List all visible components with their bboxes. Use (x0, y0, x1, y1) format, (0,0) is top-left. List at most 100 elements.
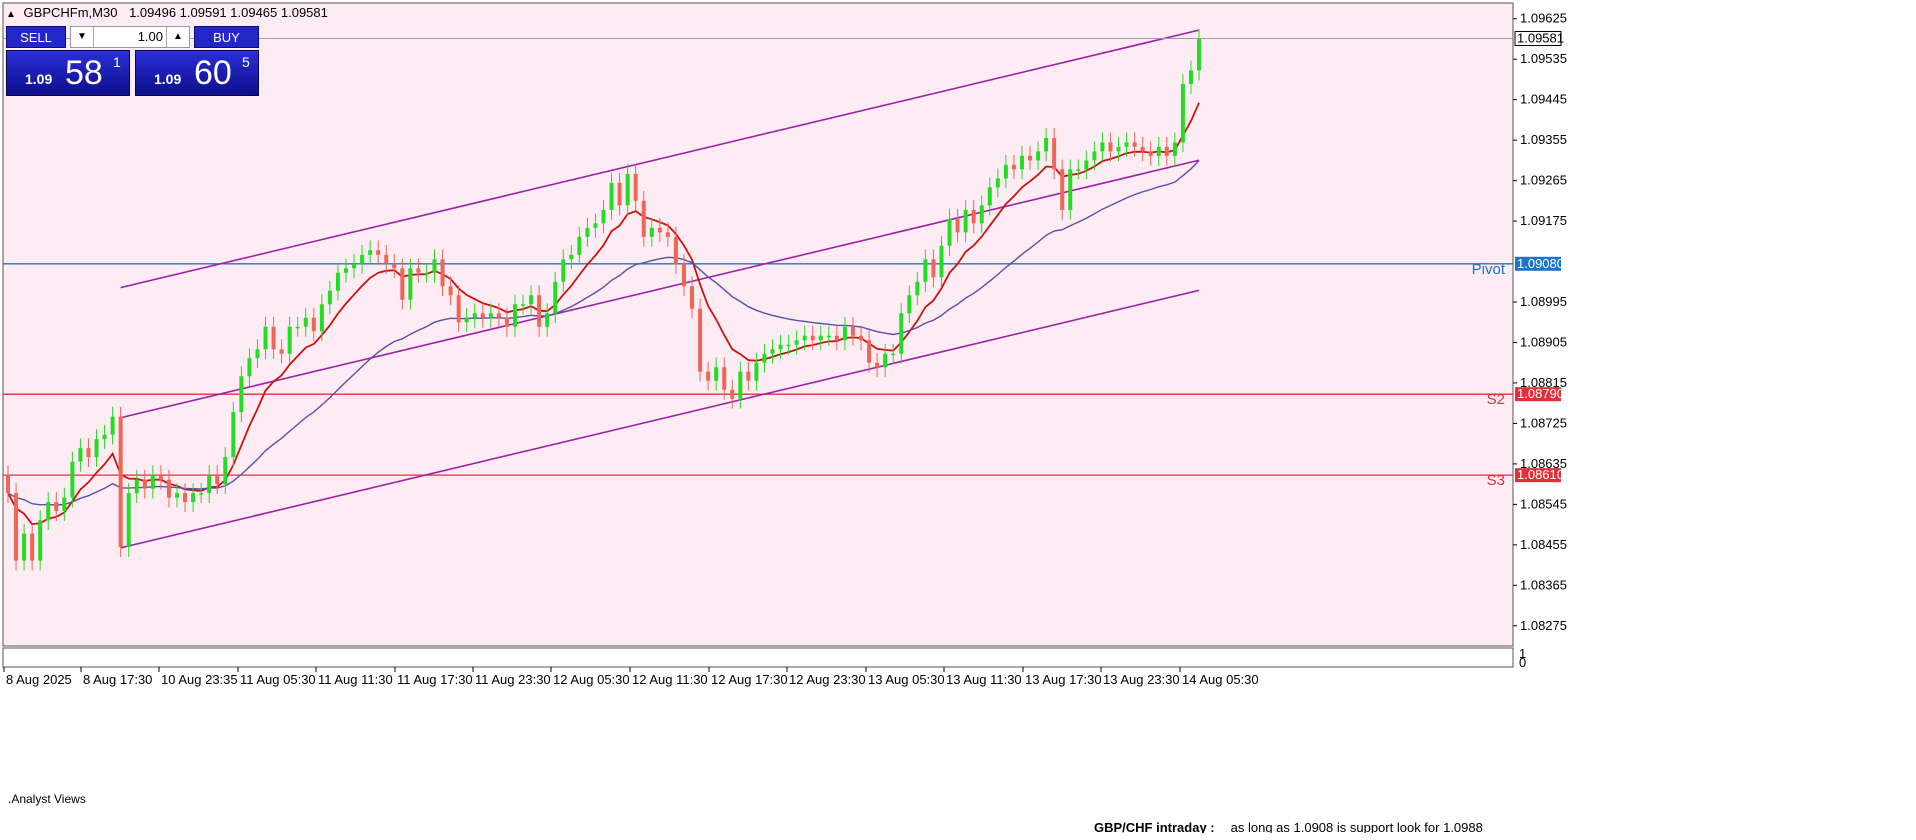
candle-body (545, 313, 550, 327)
x-tick-label: 12 Aug 17:30 (711, 672, 788, 687)
level-price-label: 1.08790 (1517, 386, 1564, 401)
lot-size-field[interactable]: ▼ 1.00 ▲ (70, 26, 190, 48)
candle-body (110, 416, 115, 435)
candle-body (54, 502, 59, 512)
candle-body (1028, 155, 1033, 161)
level-name-pivot: Pivot (1472, 261, 1506, 278)
candle-body (255, 349, 260, 359)
candle-body (609, 182, 614, 210)
candle-body (529, 295, 534, 305)
candle-body (931, 259, 936, 278)
lot-increase-icon[interactable]: ▲ (166, 27, 189, 47)
candle-body (126, 493, 131, 548)
collapse-triangle-icon[interactable]: ▲ (6, 9, 16, 20)
candle[interactable] (126, 483, 131, 557)
candle-body (1164, 146, 1169, 156)
candle-body (1124, 142, 1129, 147)
candle-body (802, 335, 807, 341)
symbol-timeframe: GBPCHFm,M30 (23, 5, 118, 20)
sell-button[interactable]: SELL (6, 26, 66, 48)
y-tick-label: 1.08725 (1520, 415, 1567, 430)
candle-body (1003, 164, 1008, 179)
indicator-label: .Analyst Views (8, 792, 86, 806)
candle-body (1148, 151, 1153, 156)
candle-body (22, 533, 27, 561)
candle[interactable] (14, 483, 19, 571)
candle-body (142, 479, 147, 489)
x-tick-label: 8 Aug 2025 (6, 672, 72, 687)
candle-body (673, 236, 678, 264)
candle-body (384, 254, 389, 264)
candle-body (134, 479, 139, 494)
plot-background (3, 3, 1513, 646)
candle-body (6, 475, 10, 494)
level-price-label: 1.08610 (1517, 467, 1564, 482)
candle-body (971, 209, 976, 224)
candle-body (86, 448, 91, 458)
candle[interactable] (698, 298, 703, 382)
candle-body (376, 250, 381, 255)
candle-body (722, 367, 727, 390)
buy-price-big: 60 (194, 54, 232, 92)
candle[interactable] (118, 406, 123, 557)
candle-body (488, 313, 493, 318)
candle-body (834, 335, 839, 341)
candle-body (335, 272, 340, 291)
candle-body (842, 326, 847, 341)
buy-price-prefix: 1.09 (154, 71, 182, 87)
x-tick-label: 11 Aug 11:30 (318, 672, 393, 687)
candle-body (537, 295, 542, 327)
candle-body (416, 268, 421, 273)
chart-header: ▲ GBPCHFm,M30 1.09496 1.09591 1.09465 1.… (6, 5, 328, 20)
candle-body (183, 493, 188, 503)
chart[interactable]: 1 0 1.09625 1.09535 1.09445 1.09355 1.09265 1.0… (0, 0, 1916, 840)
candle-body (649, 227, 654, 237)
x-tick-label: 12 Aug 11:30 (632, 672, 708, 687)
candle-body (1052, 137, 1057, 170)
candle-body (46, 502, 51, 521)
lot-decrease-icon[interactable]: ▼ (71, 27, 94, 47)
candle-body (1100, 142, 1105, 152)
y-tick-label: 1.08275 (1520, 618, 1567, 633)
candle-body (625, 173, 630, 206)
sell-quote[interactable]: 1.09 58 1 (6, 50, 130, 96)
candle-body (738, 371, 743, 399)
candle-body (698, 308, 703, 372)
sell-price-prefix: 1.09 (25, 71, 53, 87)
candle-body (215, 475, 220, 485)
candle-body (818, 335, 823, 341)
buy-button[interactable]: BUY (194, 26, 259, 48)
candle-body (569, 254, 574, 260)
candle-body (118, 416, 123, 548)
candle-body (561, 259, 566, 282)
buy-quote[interactable]: 1.09 60 5 (135, 50, 259, 96)
x-tick-label: 13 Aug 05:30 (868, 672, 945, 687)
candle-body (1172, 142, 1177, 156)
candle-body (641, 200, 646, 237)
candle-body (78, 448, 83, 462)
candle-body (30, 533, 35, 561)
candle-body (770, 349, 775, 354)
sell-price-sup: 1 (113, 54, 121, 70)
candle-body (62, 497, 67, 512)
candle-body (496, 313, 501, 318)
candle-body (166, 479, 171, 498)
candle-body (158, 475, 163, 480)
candle-body (1197, 38, 1201, 71)
y-tick-label: 1.08905 (1520, 334, 1567, 349)
lot-size-value[interactable]: 1.00 (138, 27, 163, 47)
candle-body (867, 340, 872, 363)
candle-body (915, 281, 920, 296)
candle-body (295, 326, 300, 329)
candle-body (223, 457, 228, 485)
level-name-s3: S3 (1487, 472, 1505, 489)
candle-body (1036, 151, 1041, 161)
candle-body (424, 272, 429, 275)
candle[interactable] (1180, 74, 1185, 153)
candle-body (207, 475, 212, 494)
candle-body (714, 367, 719, 381)
candle-body (987, 187, 992, 206)
candle-body (706, 371, 711, 381)
one-click-trading-panel: SELL ▼ 1.00 ▲ BUY 1.09 58 1 1.09 60 5 (6, 26, 259, 96)
candle-body (553, 281, 558, 314)
